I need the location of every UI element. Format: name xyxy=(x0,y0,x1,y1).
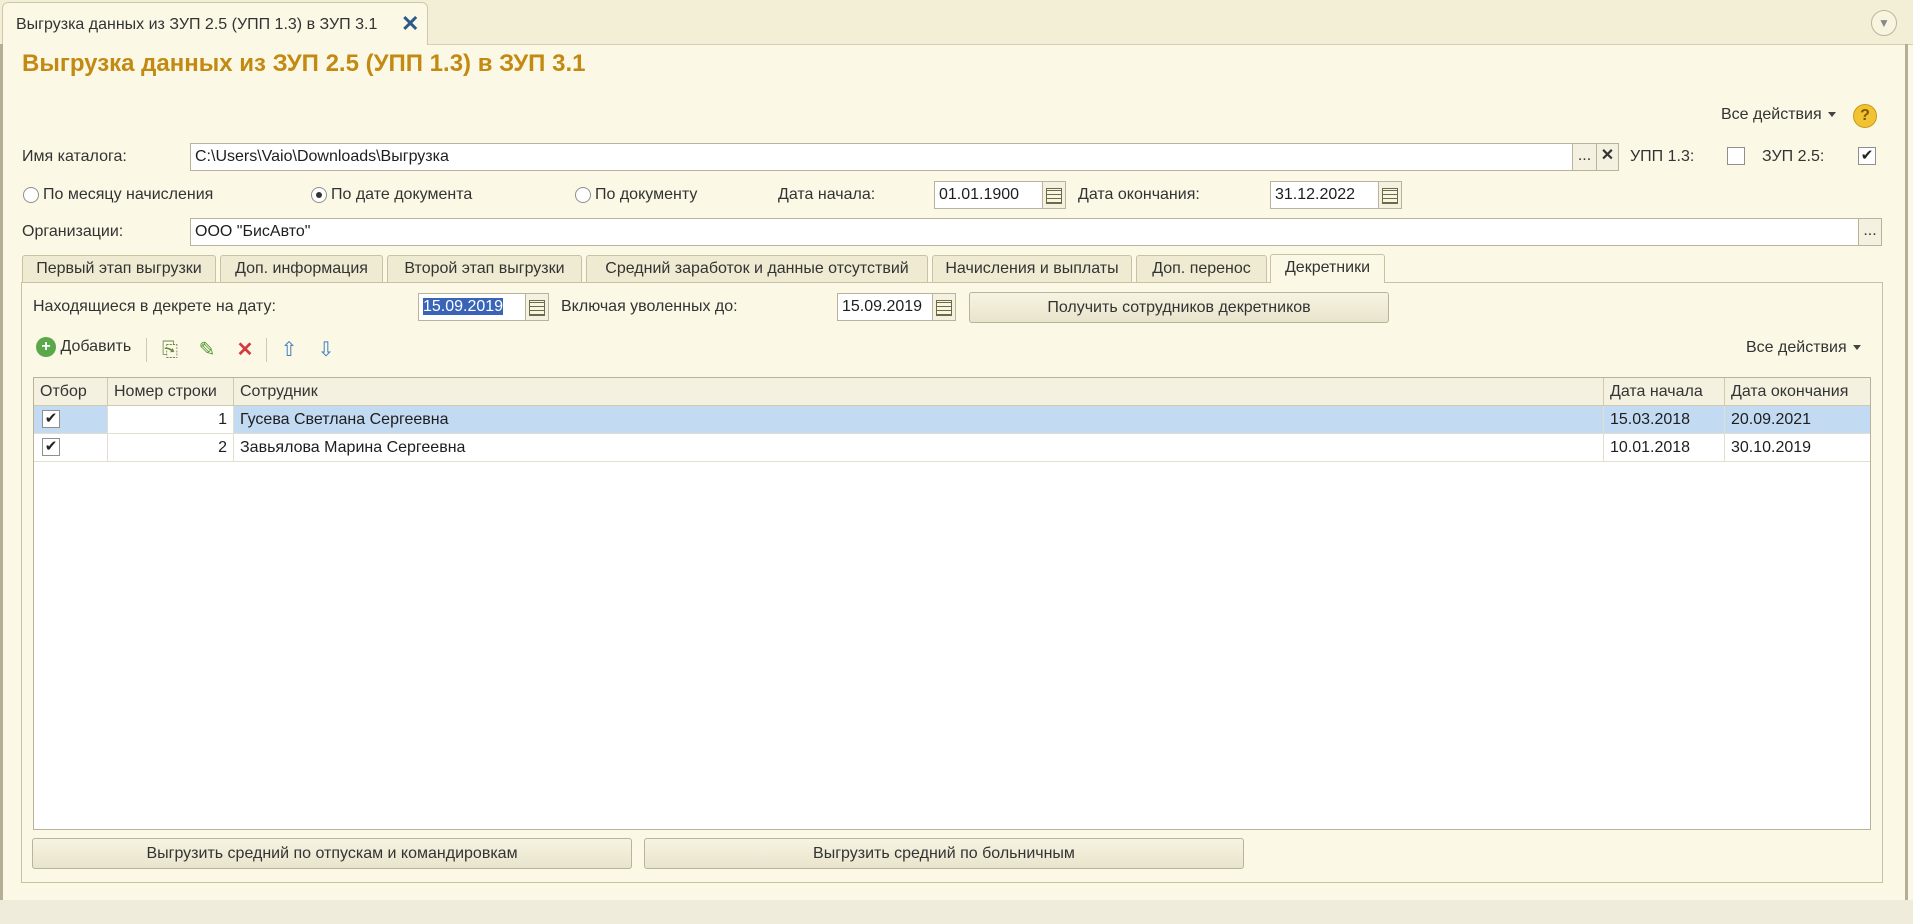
on-date-calendar-button[interactable] xyxy=(525,293,549,321)
row-select-cell: ✔ xyxy=(34,434,108,461)
toolbar-divider xyxy=(146,338,147,362)
all-actions-menu[interactable]: Все действия xyxy=(1721,106,1836,124)
column-header-start-date[interactable]: Дата начала xyxy=(1604,378,1725,406)
orgs-label: Организации: xyxy=(22,223,124,240)
get-maternity-employees-button[interactable]: Получить сотрудников декретников xyxy=(969,292,1389,323)
row-employee: Гусева Светлана Сергеевна xyxy=(234,406,1604,433)
tab-extra-transfer[interactable]: Доп. перенос xyxy=(1136,255,1267,282)
column-header-employee[interactable]: Сотрудник xyxy=(234,378,1604,406)
catalog-select-button[interactable]: ... xyxy=(1572,143,1597,171)
row-checkbox[interactable]: ✔ xyxy=(42,410,60,428)
on-date-value: 15.09.2019 xyxy=(423,298,504,315)
date-end-label: Дата окончания: xyxy=(1078,186,1200,203)
row-end-date: 20.09.2021 xyxy=(1731,411,1812,428)
row-start-date: 10.01.2018 xyxy=(1604,434,1725,461)
caret-down-icon xyxy=(1852,345,1861,351)
row-checkbox[interactable]: ✔ xyxy=(42,438,60,456)
employees-table[interactable]: Отбор Номер строки Сотрудник Дата начала… xyxy=(33,377,1871,830)
edit-icon[interactable]: ✎ xyxy=(194,337,220,363)
date-end-calendar-button[interactable] xyxy=(1378,181,1402,209)
export-sick-leave-average-button[interactable]: Выгрузить средний по больничным xyxy=(644,838,1244,869)
table-all-actions-menu[interactable]: Все действия xyxy=(1746,339,1861,357)
close-tab-icon[interactable]: ✕ xyxy=(401,13,419,35)
fired-date-calendar-button[interactable] xyxy=(932,293,956,321)
export-vacation-average-button[interactable]: Выгрузить средний по отпускам и командир… xyxy=(32,838,632,869)
radio-by-month[interactable] xyxy=(23,187,39,203)
table-row[interactable]: ✔ 1 Гусева Светлана Сергеевна 15.03.2018… xyxy=(34,406,1870,434)
table-all-actions-label: Все действия xyxy=(1746,339,1847,356)
catalog-clear-icon[interactable]: ✕ xyxy=(1596,143,1619,171)
add-button[interactable]: + Добавить xyxy=(36,337,131,363)
calendar-icon xyxy=(936,300,952,316)
tab-first-stage[interactable]: Первый этап выгрузки xyxy=(22,255,216,282)
add-icon: + xyxy=(36,337,56,357)
radio-by-document[interactable] xyxy=(575,187,591,203)
chevron-down-icon[interactable]: ▼ xyxy=(1871,10,1897,36)
row-number: 1 xyxy=(108,406,234,433)
row-employee: Завьялова Марина Сергеевна xyxy=(234,434,1604,461)
copy-icon[interactable]: ⎘ xyxy=(157,337,183,363)
radio-by-doc-date[interactable] xyxy=(311,187,327,203)
tab-second-stage[interactable]: Второй этап выгрузки xyxy=(387,255,582,282)
status-strip xyxy=(0,900,1913,924)
document-tab-label: Выгрузка данных из ЗУП 2.5 (УПП 1.3) в З… xyxy=(16,16,378,33)
calendar-icon xyxy=(1046,188,1062,204)
fired-date-input[interactable]: 15.09.2019 xyxy=(837,293,933,321)
date-start-input[interactable]: 01.01.1900 xyxy=(934,181,1044,209)
calendar-icon xyxy=(1382,188,1398,204)
date-start-calendar-button[interactable] xyxy=(1042,181,1066,209)
move-down-icon[interactable]: ⇩ xyxy=(313,337,339,363)
row-start-date: 15.03.2018 xyxy=(1604,406,1725,433)
tab-extra-info[interactable]: Доп. информация xyxy=(220,255,383,282)
fired-label: Включая уволенных до: xyxy=(561,298,738,315)
zup-checkbox[interactable]: ✔ xyxy=(1858,147,1876,165)
orgs-input[interactable]: ООО "БисАвто" xyxy=(190,218,1860,246)
radio-by-document-label: По документу xyxy=(595,186,698,203)
move-up-icon[interactable]: ⇧ xyxy=(276,337,302,363)
date-end-input[interactable]: 31.12.2022 xyxy=(1270,181,1380,209)
delete-icon[interactable]: ✕ xyxy=(232,337,258,363)
on-date-label: Находящиеся в декрете на дату: xyxy=(33,298,276,315)
toolbar-divider xyxy=(266,338,267,362)
row-select-cell: ✔ xyxy=(34,406,108,433)
document-tab[interactable]: Выгрузка данных из ЗУП 2.5 (УПП 1.3) в З… xyxy=(2,2,428,45)
column-header-row-number[interactable]: Номер строки xyxy=(108,378,234,406)
add-label: Добавить xyxy=(60,338,132,355)
tab-maternity[interactable]: Декретники xyxy=(1270,254,1385,283)
help-icon[interactable]: ? xyxy=(1853,104,1877,128)
on-date-input[interactable]: 15.09.2019 xyxy=(418,293,526,321)
column-header-selection[interactable]: Отбор xyxy=(34,378,108,406)
page-title: Выгрузка данных из ЗУП 2.5 (УПП 1.3) в З… xyxy=(22,50,586,77)
calendar-icon xyxy=(529,300,545,316)
catalog-label: Имя каталога: xyxy=(22,148,127,165)
radio-by-month-label: По месяцу начисления xyxy=(43,186,214,203)
upp-checkbox[interactable] xyxy=(1727,147,1745,165)
zup-label: ЗУП 2.5: xyxy=(1762,148,1825,165)
upp-label: УПП 1.3: xyxy=(1630,148,1695,165)
radio-by-doc-date-label: По дате документа xyxy=(331,186,473,203)
row-number: 2 xyxy=(108,434,234,461)
row-end-date: 30.10.2019 xyxy=(1731,439,1812,456)
date-start-label: Дата начала: xyxy=(778,186,876,203)
orgs-select-button[interactable]: ... xyxy=(1858,218,1882,246)
tab-average-earnings[interactable]: Средний заработок и данные отсутствий xyxy=(586,255,928,282)
all-actions-label: Все действия xyxy=(1721,106,1822,123)
catalog-input[interactable]: C:\Users\Vaio\Downloads\Выгрузка xyxy=(190,143,1574,171)
caret-down-icon xyxy=(1827,112,1836,118)
column-header-end-date[interactable]: Дата окончания xyxy=(1725,378,1870,406)
table-row[interactable]: ✔ 2 Завьялова Марина Сергеевна 10.01.201… xyxy=(34,434,1870,462)
tab-accruals-payments[interactable]: Начисления и выплаты xyxy=(932,255,1132,282)
